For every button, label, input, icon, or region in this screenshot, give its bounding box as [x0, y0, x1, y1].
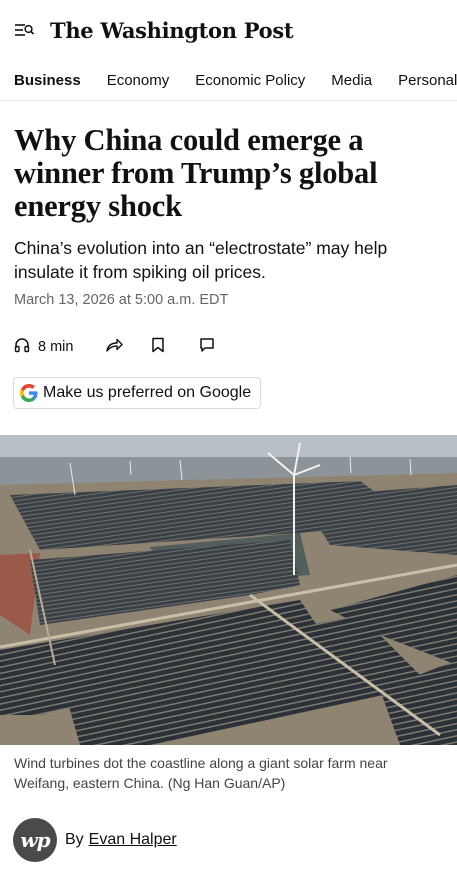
nav-item-media[interactable]: Media: [331, 72, 372, 89]
google-g-icon: [20, 384, 38, 402]
comment-icon: [199, 337, 215, 358]
article-dateline: March 13, 2026 at 5:00 a.m. EDT: [14, 292, 229, 308]
hero-image: [0, 435, 457, 745]
nav-item-business[interactable]: Business: [14, 72, 81, 89]
site-logo[interactable]: The Washington Post: [50, 18, 294, 43]
byline: wp By Evan Halper: [13, 818, 177, 862]
section-nav: Business Economy Economic Policy Media P…: [0, 60, 457, 101]
menu-icon[interactable]: [14, 19, 36, 41]
author-link[interactable]: Evan Halper: [89, 831, 177, 849]
article-dek: China’s evolution into an “electrostate”…: [14, 238, 388, 282]
bookmark-button[interactable]: [151, 337, 165, 358]
top-bar: The Washington Post: [0, 0, 457, 60]
author-avatar[interactable]: wp: [13, 818, 57, 862]
headphones-icon: [14, 337, 30, 358]
nav-item-economy[interactable]: Economy: [107, 72, 170, 89]
byline-prefix: By: [65, 831, 84, 848]
article-actions: 8 min: [14, 336, 215, 358]
article-headline: Why China could emerge a winner from Tru…: [14, 123, 378, 223]
comment-button[interactable]: [199, 337, 215, 358]
google-preferred-button[interactable]: Make us preferred on Google: [13, 377, 262, 409]
read-time: 8 min: [38, 339, 74, 355]
image-caption: Wind turbines dot the coastline along a …: [14, 755, 388, 791]
google-preferred-label: Make us preferred on Google: [43, 384, 252, 401]
share-icon: [105, 337, 123, 358]
bookmark-icon: [151, 337, 165, 358]
listen-button[interactable]: 8 min: [14, 337, 89, 358]
nav-item-personal-finance[interactable]: Personal Fina: [398, 72, 457, 89]
nav-item-economic-policy[interactable]: Economic Policy: [195, 72, 305, 89]
share-button[interactable]: [105, 337, 123, 358]
